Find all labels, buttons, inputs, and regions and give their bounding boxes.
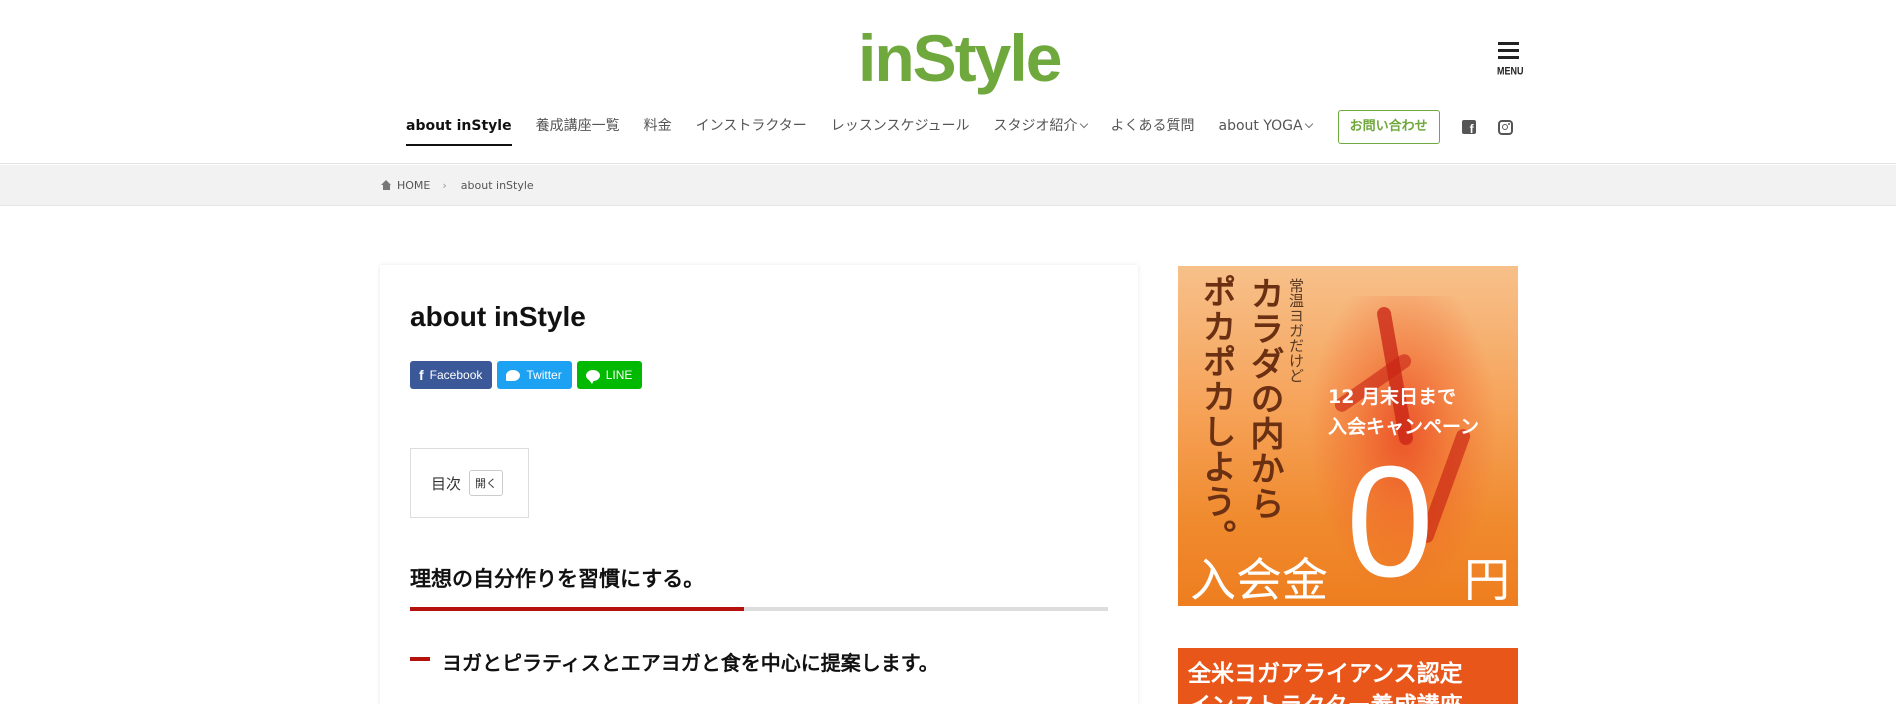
nav-item-studio[interactable]: スタジオ紹介 [993,110,1088,146]
subheading-marker [410,657,430,661]
facebook-icon: f [419,367,424,383]
campaign-line-1: 12 月末日まで [1328,386,1457,408]
nav-item-faq[interactable]: よくある質問 [1111,110,1195,146]
home-icon [380,180,392,191]
share-buttons: f Facebook Twitter LINE [410,361,647,389]
line-icon [585,369,600,384]
banner-vertical-big-1: カラダの内から [1244,276,1284,521]
heading-underline [410,607,1108,611]
breadcrumb: HOME › about inStyle [0,165,1896,206]
nav-item-courses[interactable]: 養成講座一覧 [536,110,620,146]
site-logo[interactable]: inStyle [858,18,1062,98]
instructor-course-banner[interactable]: 全米ヨガアライアンス認定 インストラクター養成講座 [1178,648,1518,704]
contact-button[interactable]: お問い合わせ [1337,110,1440,144]
nav-item-studio-label: スタジオ紹介 [993,118,1078,134]
sub-heading: ヨガとピラティスとエアヨガと食を中心に提案します。 [442,651,939,675]
nav-item-about-yoga-label: about YOGA [1218,118,1303,134]
facebook-icon[interactable] [1461,120,1476,136]
banner-vertical-small: 常温ヨガだけど [1287,278,1305,383]
banner-vertical-big-2: ポカポカしよう。 [1196,274,1236,554]
toc-label: 目次 [431,474,462,493]
menu-button[interactable]: MENU [1497,42,1524,78]
fee-value: 0 [1346,434,1434,606]
chevron-right-icon: › [442,179,447,192]
nav-item-pricing[interactable]: 料金 [644,110,672,146]
nav-item-instructors[interactable]: インストラクター [696,110,807,146]
banner2-line-2: インストラクター養成講座 [1188,686,1463,704]
global-nav: about inStyle 養成講座一覧 料金 インストラクター レッスンスケジ… [406,110,1513,146]
nav-item-schedule[interactable]: レッスンスケジュール [831,110,970,146]
social-links [1461,110,1513,144]
share-line-button[interactable]: LINE [576,361,643,389]
banner2-line-1: 全米ヨガアライアンス認定 [1188,661,1463,687]
article-card: about inStyle f Facebook Twitter LINE 目次… [380,265,1138,704]
fee-unit: 円 [1464,553,1510,606]
hamburger-icon [1498,42,1519,45]
menu-label: MENU [1497,65,1524,77]
table-of-contents: 目次 開く [410,448,529,518]
fee-label: 入会金 [1190,553,1328,606]
chevron-down-icon [1079,119,1088,129]
breadcrumb-home[interactable]: HOME [397,179,430,192]
breadcrumb-current: about inStyle [460,179,534,192]
share-twitter-button[interactable]: Twitter [497,361,572,389]
nav-item-about-instyle[interactable]: about inStyle [406,110,512,146]
section-heading: 理想の自分作りを習慣にする。 [410,567,705,591]
twitter-icon [506,369,521,381]
page-title: about inStyle [410,301,586,332]
site-header: inStyle MENU about inStyle 養成講座一覧 料金 インス… [0,0,1896,164]
share-facebook-button[interactable]: f Facebook [410,361,493,389]
chevron-down-icon [1304,119,1313,129]
campaign-banner[interactable]: 常温ヨガだけど カラダの内から ポカポカしよう。 12 月末日まで 入会キャンペ… [1178,266,1518,606]
nav-item-about-yoga[interactable]: about YOGA [1218,110,1313,146]
instagram-icon[interactable] [1497,119,1513,135]
toc-toggle-button[interactable]: 開く [469,470,504,496]
